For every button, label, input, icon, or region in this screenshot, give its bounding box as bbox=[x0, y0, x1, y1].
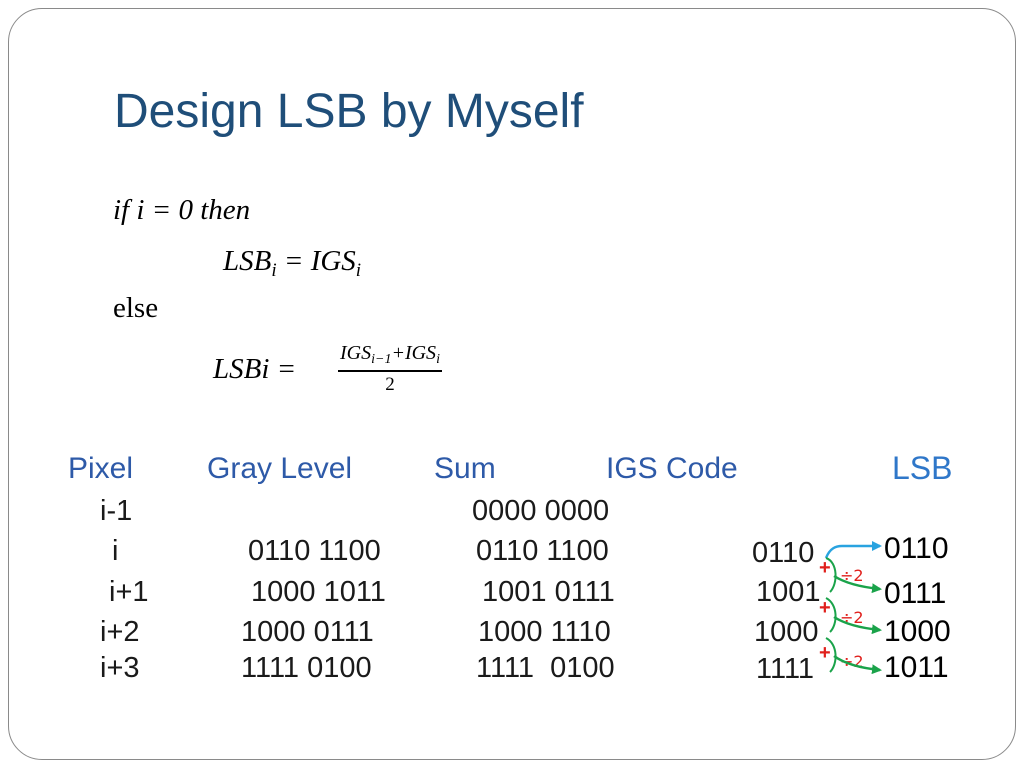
green-arrow bbox=[833, 615, 882, 635]
green-arrow bbox=[833, 654, 882, 675]
green-curve bbox=[825, 597, 837, 633]
green-curve bbox=[825, 557, 837, 593]
green-arrow bbox=[833, 574, 882, 594]
blue-arrow bbox=[824, 541, 882, 559]
green-curve bbox=[825, 637, 837, 673]
igs-table: Pixel Gray Level Sum IGS Code LSB i-1 00… bbox=[0, 0, 1024, 768]
arrows-diagram bbox=[824, 541, 882, 675]
